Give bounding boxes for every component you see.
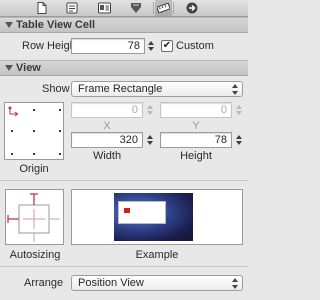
toolbar-separator <box>173 2 174 14</box>
origin-arrow-icon <box>8 106 19 117</box>
disclosure-triangle-icon[interactable] <box>5 22 13 28</box>
file-inspector-button[interactable] <box>34 0 50 16</box>
toolbar-separator <box>153 2 154 14</box>
origin-selector[interactable] <box>4 102 64 160</box>
autosizing-control[interactable] <box>5 189 64 245</box>
table-view-cell-section-header[interactable]: Table View Cell <box>0 17 248 33</box>
arrange-popup-value: Position View <box>78 277 144 289</box>
inspector-toolbar <box>0 0 248 17</box>
origin-point[interactable] <box>59 130 61 132</box>
connections-inspector-button[interactable] <box>184 0 200 16</box>
y-label: Y <box>192 120 200 132</box>
attributes-inspector-icon <box>131 3 141 13</box>
row-height-stepper[interactable] <box>146 38 155 54</box>
view-section-header[interactable]: View <box>0 60 248 76</box>
arrow-circle-icon <box>186 2 198 14</box>
origin-point[interactable] <box>59 109 61 111</box>
width-stepper[interactable] <box>145 132 154 148</box>
y-field[interactable]: 0 <box>160 102 232 118</box>
origin-point[interactable] <box>59 153 61 155</box>
autosizing-struts-icon <box>7 193 60 242</box>
quick-help-icon <box>66 2 78 14</box>
identity-inspector-button[interactable] <box>96 0 112 16</box>
attributes-inspector-button[interactable] <box>128 0 144 16</box>
width-field[interactable]: 320 <box>71 132 143 148</box>
x-label: X <box>103 120 111 132</box>
height-stepper[interactable] <box>234 132 243 148</box>
quick-help-button[interactable] <box>64 0 80 16</box>
identity-inspector-icon <box>97 2 111 14</box>
ruler-icon <box>157 3 170 13</box>
popup-arrows-icon <box>232 84 238 95</box>
origin-label: Origin <box>19 163 49 175</box>
origin-point[interactable] <box>11 130 13 132</box>
custom-label: Custom <box>176 40 214 52</box>
width-label: Width <box>92 150 122 162</box>
height-label: Height <box>180 150 212 162</box>
section-title: View <box>16 62 41 74</box>
row-height-field[interactable]: 78 <box>71 38 145 54</box>
arrange-label: Arrange <box>24 277 64 289</box>
height-field[interactable]: 78 <box>160 132 232 148</box>
example-window <box>118 201 166 224</box>
size-inspector-button[interactable] <box>155 0 172 16</box>
origin-point[interactable] <box>11 153 13 155</box>
section-title: Table View Cell <box>16 19 96 31</box>
example-label: Example <box>135 249 179 261</box>
custom-checkbox[interactable]: ✔ <box>161 40 173 52</box>
section-divider <box>0 266 248 267</box>
example-view-marker <box>124 208 130 213</box>
autosizing-label: Autosizing <box>9 249 61 261</box>
popup-arrows-icon <box>232 278 238 289</box>
example-preview <box>71 189 243 245</box>
arrange-popup[interactable]: Position View <box>71 275 243 291</box>
disclosure-triangle-icon[interactable] <box>5 65 13 71</box>
show-popup-value: Frame Rectangle <box>78 83 163 95</box>
y-stepper[interactable] <box>234 102 243 118</box>
show-label: Show <box>42 83 70 95</box>
show-popup[interactable]: Frame Rectangle <box>71 81 243 97</box>
x-stepper[interactable] <box>145 102 154 118</box>
origin-point[interactable] <box>33 109 35 111</box>
section-divider <box>0 180 248 181</box>
x-field[interactable]: 0 <box>71 102 143 118</box>
file-inspector-icon <box>37 2 47 14</box>
origin-point[interactable] <box>33 153 35 155</box>
example-desktop-image <box>114 193 193 241</box>
origin-point[interactable] <box>33 130 35 132</box>
